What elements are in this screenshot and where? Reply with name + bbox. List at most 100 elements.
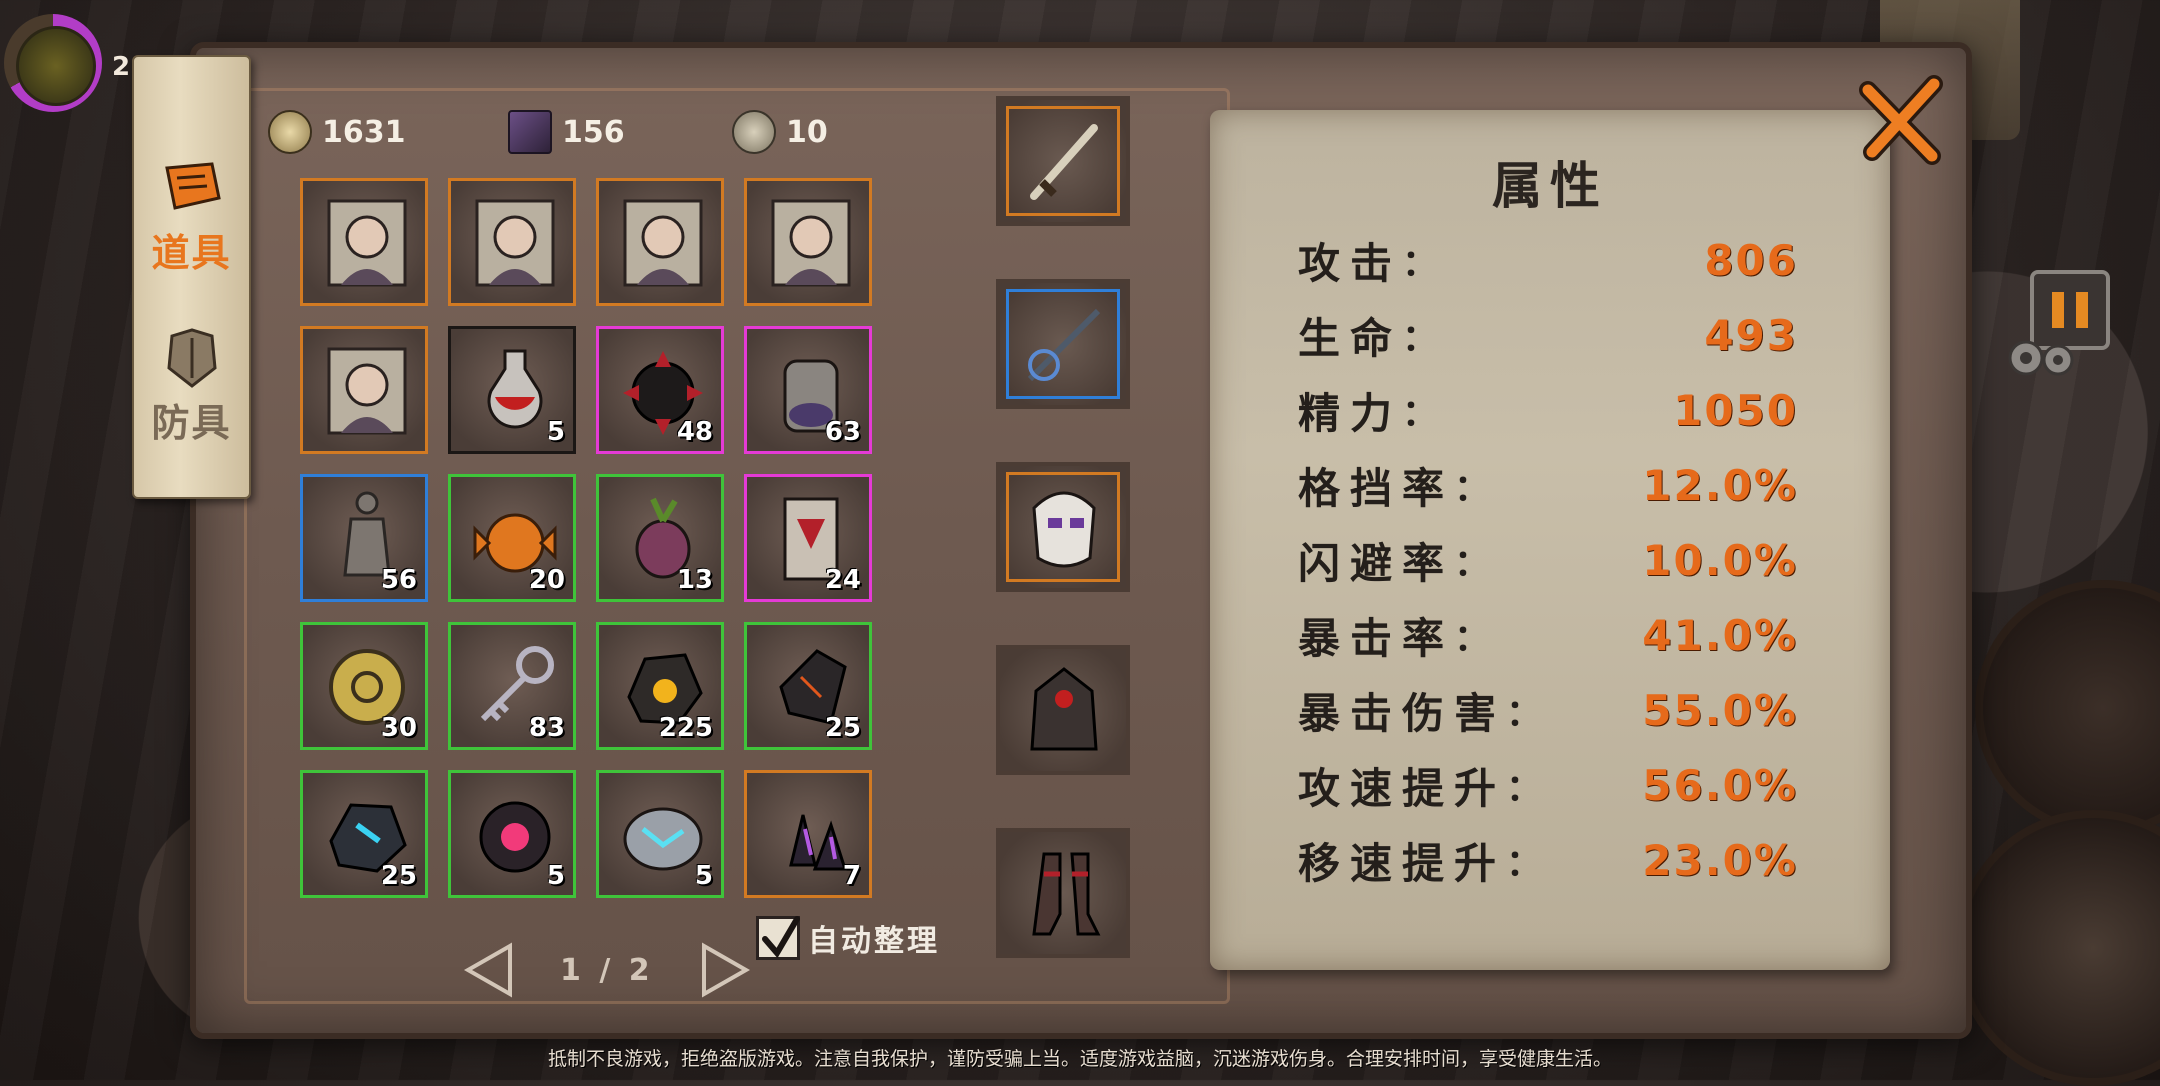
item-count: 13	[676, 565, 713, 595]
player-emblem[interactable]	[4, 14, 102, 112]
stat-value: 41.0%	[1642, 610, 1798, 660]
stat-colon: ：	[1402, 318, 1439, 359]
stat-value: 10.0%	[1642, 535, 1798, 585]
stat-value: 806	[1704, 235, 1798, 285]
inventory-slot[interactable]: 5	[448, 326, 576, 454]
auto-sort-checkbox[interactable]	[756, 916, 800, 960]
stat-row: 移速提升： 23.0%	[1298, 830, 1798, 890]
gold-coin-icon	[268, 110, 312, 154]
stat-colon: ：	[1506, 843, 1543, 884]
stat-colon: ：	[1402, 393, 1439, 434]
stat-colon: ：	[1454, 543, 1491, 584]
inventory-slot[interactable]	[744, 178, 872, 306]
stat-value: 1050	[1673, 385, 1798, 435]
stat-label: 攻速提升	[1298, 763, 1507, 813]
stat-value: 493	[1704, 310, 1798, 360]
health-gaming-notice: 抵制不良游戏，拒绝盗版游戏。注意自我保护，谨防受骗上当。适度游戏益脑，沉迷游戏伤…	[547, 1048, 1612, 1070]
item-count: 20	[528, 565, 565, 595]
stat-label: 暴击伤害	[1298, 688, 1507, 738]
category-tabs: 道具 防具	[132, 55, 251, 499]
inventory-slot[interactable]: 7	[744, 770, 872, 898]
auto-sort-label: 自动整理	[808, 924, 940, 959]
inventory-slot[interactable]: 56	[300, 474, 428, 602]
tab-items[interactable]: 道具	[134, 117, 249, 277]
item-count: 225	[658, 713, 713, 743]
stat-label: 精力	[1298, 388, 1403, 438]
spellbook-icon	[508, 110, 552, 154]
scroll-items-icon	[164, 162, 221, 210]
inventory-slot[interactable]: 13	[596, 474, 724, 602]
hero-portrait-white-hair-girl-icon	[623, 199, 703, 287]
inventory-slot[interactable]: 24	[744, 474, 872, 602]
equipment-slot[interactable]	[996, 828, 1130, 958]
stat-value: 23.0%	[1642, 835, 1798, 885]
stat-value: 55.0%	[1642, 685, 1798, 735]
inventory-slot[interactable]: 48	[596, 326, 724, 454]
stat-label: 移速提升	[1298, 838, 1507, 888]
inventory-slot[interactable]	[448, 178, 576, 306]
currency-book: 156	[508, 110, 625, 154]
inventory-slot[interactable]: 225	[596, 622, 724, 750]
player-level: 2	[112, 52, 131, 82]
inventory-slot[interactable]	[596, 178, 724, 306]
auto-sort-toggle[interactable]: 自动整理	[756, 916, 940, 960]
stat-label: 格挡率	[1298, 463, 1455, 513]
stat-colon: ：	[1506, 693, 1543, 734]
gold-amount: 1631	[322, 114, 406, 150]
stat-row: 格挡率： 12.0%	[1298, 455, 1798, 515]
inventory-slot[interactable]	[300, 326, 428, 454]
stat-row: 生命： 493	[1298, 305, 1798, 365]
item-count: 83	[528, 713, 565, 743]
equipment-slot[interactable]	[996, 462, 1130, 592]
checkmark-icon	[762, 916, 800, 959]
tab-armor-label: 防具	[151, 401, 232, 445]
item-count: 30	[380, 713, 417, 743]
stat-colon: ：	[1402, 243, 1439, 284]
stat-value: 12.0%	[1642, 460, 1798, 510]
stat-colon: ：	[1506, 768, 1543, 809]
page-indicator: 1 / 2	[560, 952, 654, 988]
stats-scroll: 属性 攻击： 806 生命： 493 精力： 1050 格挡率： 12.0% 闪避率： 10.0%…	[1210, 110, 1890, 970]
inventory-slot[interactable]: 25	[300, 770, 428, 898]
item-count: 5	[546, 417, 565, 447]
token-icon	[732, 110, 776, 154]
inventory-slot[interactable]: 20	[448, 474, 576, 602]
pagination: 1 / 2	[460, 940, 754, 1000]
item-count: 56	[380, 565, 417, 595]
hero-portrait-plague-doctor-icon	[327, 199, 407, 287]
anchor-staff-icon	[1027, 308, 1101, 382]
inventory-slot[interactable]: 83	[448, 622, 576, 750]
inventory-slot[interactable]: 5	[596, 770, 724, 898]
emblem-icon	[16, 26, 96, 106]
stat-row: 暴击伤害： 55.0%	[1298, 680, 1798, 740]
stat-label: 闪避率	[1298, 538, 1455, 588]
equipment-slot[interactable]	[996, 645, 1130, 775]
stat-colon: ：	[1454, 468, 1491, 509]
hero-portrait-white-hair-man-icon	[771, 199, 851, 287]
prev-page-arrow-icon[interactable]	[460, 940, 520, 1000]
currency-token: 10	[732, 110, 828, 154]
armor-icon	[166, 328, 217, 388]
inventory-slot[interactable]: 25	[744, 622, 872, 750]
tab-armor[interactable]: 防具	[134, 287, 249, 447]
next-page-arrow-icon[interactable]	[694, 940, 754, 1000]
equipment-slot[interactable]	[996, 96, 1130, 226]
hero-portrait-red-witch-icon	[475, 199, 555, 287]
stat-row: 攻击： 806	[1298, 230, 1798, 290]
token-amount: 10	[786, 114, 828, 150]
curved-sword-icon	[1030, 124, 1098, 200]
item-count: 7	[842, 861, 861, 891]
equipment-slot[interactable]	[996, 279, 1130, 409]
stat-row: 攻速提升： 56.0%	[1298, 755, 1798, 815]
settings-gears-icon[interactable]	[2004, 330, 2078, 382]
inventory-slot[interactable]	[300, 178, 428, 306]
stats-title: 属性	[1492, 157, 1608, 215]
inventory-slot[interactable]: 63	[744, 326, 872, 454]
item-count: 25	[824, 713, 861, 743]
stat-row: 暴击率： 41.0%	[1298, 605, 1798, 665]
inventory-slot[interactable]: 30	[300, 622, 428, 750]
inventory-slot[interactable]: 5	[448, 770, 576, 898]
close-icon[interactable]	[1850, 70, 1950, 170]
harlequin-mask-icon	[1032, 491, 1096, 568]
tab-items-label: 道具	[151, 231, 232, 275]
